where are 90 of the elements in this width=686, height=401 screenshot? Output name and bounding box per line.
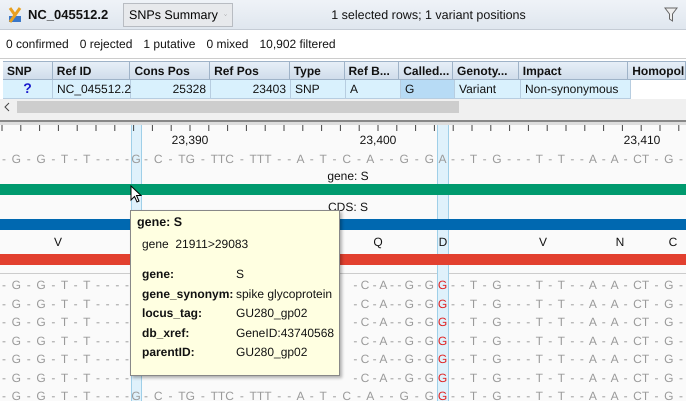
tooltip-summary: gene 21911>29083 xyxy=(142,237,250,251)
mouse-pointer-icon xyxy=(130,185,142,203)
view-dropdown[interactable]: SNPs Summary xyxy=(123,2,233,26)
field-name: db_xref: xyxy=(142,326,190,340)
read-sequence: - C - A - - G - G xyxy=(353,352,434,366)
ruler-label: 23,390 xyxy=(172,133,208,147)
variant-base: G xyxy=(438,352,448,366)
column-header[interactable]: Homopol xyxy=(628,61,686,80)
annotation-track[interactable] xyxy=(0,184,686,195)
count-label: 0 confirmed xyxy=(6,37,69,51)
column-header[interactable]: Ref ID xyxy=(52,61,130,80)
read-sequence: - C - A - - G - G xyxy=(353,296,434,311)
column-header[interactable]: Type xyxy=(290,61,344,80)
column-header[interactable]: Ref B... xyxy=(344,61,400,80)
read-sequence: - - T - G - - - T - T - - A - A - CT - G - xyxy=(451,315,683,330)
read-sequence: - - T - G - - - T - T - - A - A - CT - G - xyxy=(451,334,683,348)
scroll-left-icon[interactable] xyxy=(3,102,11,112)
read-sequence: - G - G - T - T - - - - xyxy=(2,315,129,330)
read-sequence: - - T - G - - - T - T - - A - A - CT - G - xyxy=(451,352,683,366)
amino-acid-letter: V xyxy=(54,235,62,249)
amino-acid-letter: Q xyxy=(373,235,383,249)
read-sequence: - C - A - - G - G xyxy=(353,370,434,385)
table-cell: A xyxy=(346,80,401,99)
column-header[interactable]: Impact xyxy=(518,61,628,80)
table-cell: 25328 xyxy=(131,80,211,99)
variant-base: A xyxy=(438,152,446,166)
field-name: locus_tag: xyxy=(142,306,204,320)
selection-info: 1 selected rows; 1 variant positions xyxy=(330,8,527,22)
scrollbar-thumb[interactable] xyxy=(17,101,459,113)
filter-icon[interactable] xyxy=(664,6,678,22)
read-sequence: - C - A - - G - G xyxy=(353,315,434,330)
count-label: 0 rejected xyxy=(80,37,132,51)
column-header[interactable]: SNP xyxy=(3,61,53,80)
base-letter: G xyxy=(131,152,141,166)
field-value: S xyxy=(236,267,246,281)
read-sequence: - C - TG - TTC - TTT - - A - T - C - A - - G - G xyxy=(144,389,434,401)
field-value: GeneID:43740568 xyxy=(236,326,334,340)
column-header[interactable]: Called... xyxy=(399,61,454,80)
read-sequence: - G - G - T - T - - - - xyxy=(2,370,129,385)
read-sequence: - G - G - T - T - - - - xyxy=(2,296,129,311)
column-header[interactable]: Genoty... xyxy=(453,61,519,80)
read-sequence: - - T - G - - - T - T - - A - A - CT - G - xyxy=(451,278,683,292)
read-sequence: - G - G - T - T - - - - xyxy=(2,389,129,401)
amino-acid-letter: C xyxy=(668,235,678,249)
tooltip-title: gene: S xyxy=(137,215,184,229)
count-label: 1 putative xyxy=(143,37,196,51)
document-title: NC_045512.2 xyxy=(28,7,110,22)
field-value: GU280_gp02 xyxy=(236,306,308,320)
table-cell: NC_045512.2 xyxy=(53,80,131,99)
base-letter: G xyxy=(131,389,141,401)
field-value: GU280_gp02 xyxy=(236,345,308,359)
count-label: 0 mixed xyxy=(206,37,248,51)
variant-base: G xyxy=(438,389,448,401)
field-name: parentID: xyxy=(142,345,196,359)
table-cell: Non-synonymous xyxy=(521,80,631,99)
document-icon xyxy=(7,6,23,24)
variant-base: G xyxy=(438,370,448,385)
table-cell: G xyxy=(401,80,455,99)
variant-base: G xyxy=(438,334,448,348)
field-name: gene: xyxy=(142,267,176,281)
column-header[interactable]: Cons Pos xyxy=(130,61,210,80)
read-sequence: - C - A - - G - G xyxy=(353,278,434,292)
ruler-label: 23,400 xyxy=(360,133,396,147)
amino-acid-letter: V xyxy=(539,235,547,249)
table-cell: Variant xyxy=(455,80,521,99)
field-value: spike glycoprotein xyxy=(236,286,334,300)
count-label: 10,902 filtered xyxy=(259,37,336,51)
column-header[interactable]: Ref Pos xyxy=(210,61,290,80)
field-name: gene_synonym: xyxy=(142,286,234,300)
consensus-sequence: - C - TG - TTC - TTT - - A - T - C - A - - G - G xyxy=(144,152,434,166)
table-row[interactable]: ? NC_045512.2 25328 23403 SNP A G Variant Non-synonymous xyxy=(0,80,686,99)
variant-base: G xyxy=(438,278,448,292)
read-sequence: - C - A - - G - G xyxy=(353,334,434,348)
read-sequence: - - T - G - - - T - T - - A - A - CT - G - xyxy=(451,370,683,385)
snp-status: ? xyxy=(3,80,53,99)
consensus-sequence: - - T - G - - - T - T - - A - A - CT - G - xyxy=(451,152,683,166)
variant-base: G xyxy=(438,315,448,330)
read-sequence: - - T - G - - - T - T - - A - A - CT - G - xyxy=(451,296,683,311)
ruler-label: 23,410 xyxy=(624,133,660,147)
amino-acid-letter: D xyxy=(438,235,448,249)
variant-base: G xyxy=(438,296,448,311)
consensus-sequence: - G - G - T - T - - - - xyxy=(2,152,129,166)
amino-acid-letter: N xyxy=(616,235,624,249)
read-sequence: - G - G - T - T - - - - xyxy=(2,278,129,292)
read-sequence: - - T - G - - - T - T - - A - A - CT - G - xyxy=(451,389,683,401)
read-sequence: - G - G - T - T - - - - xyxy=(2,334,129,348)
table-cell: SNP xyxy=(291,80,346,99)
table-cell: 23403 xyxy=(211,80,291,99)
read-sequence: - G - G - T - T - - - - xyxy=(2,352,129,366)
annotation-label: gene: S xyxy=(327,168,369,182)
